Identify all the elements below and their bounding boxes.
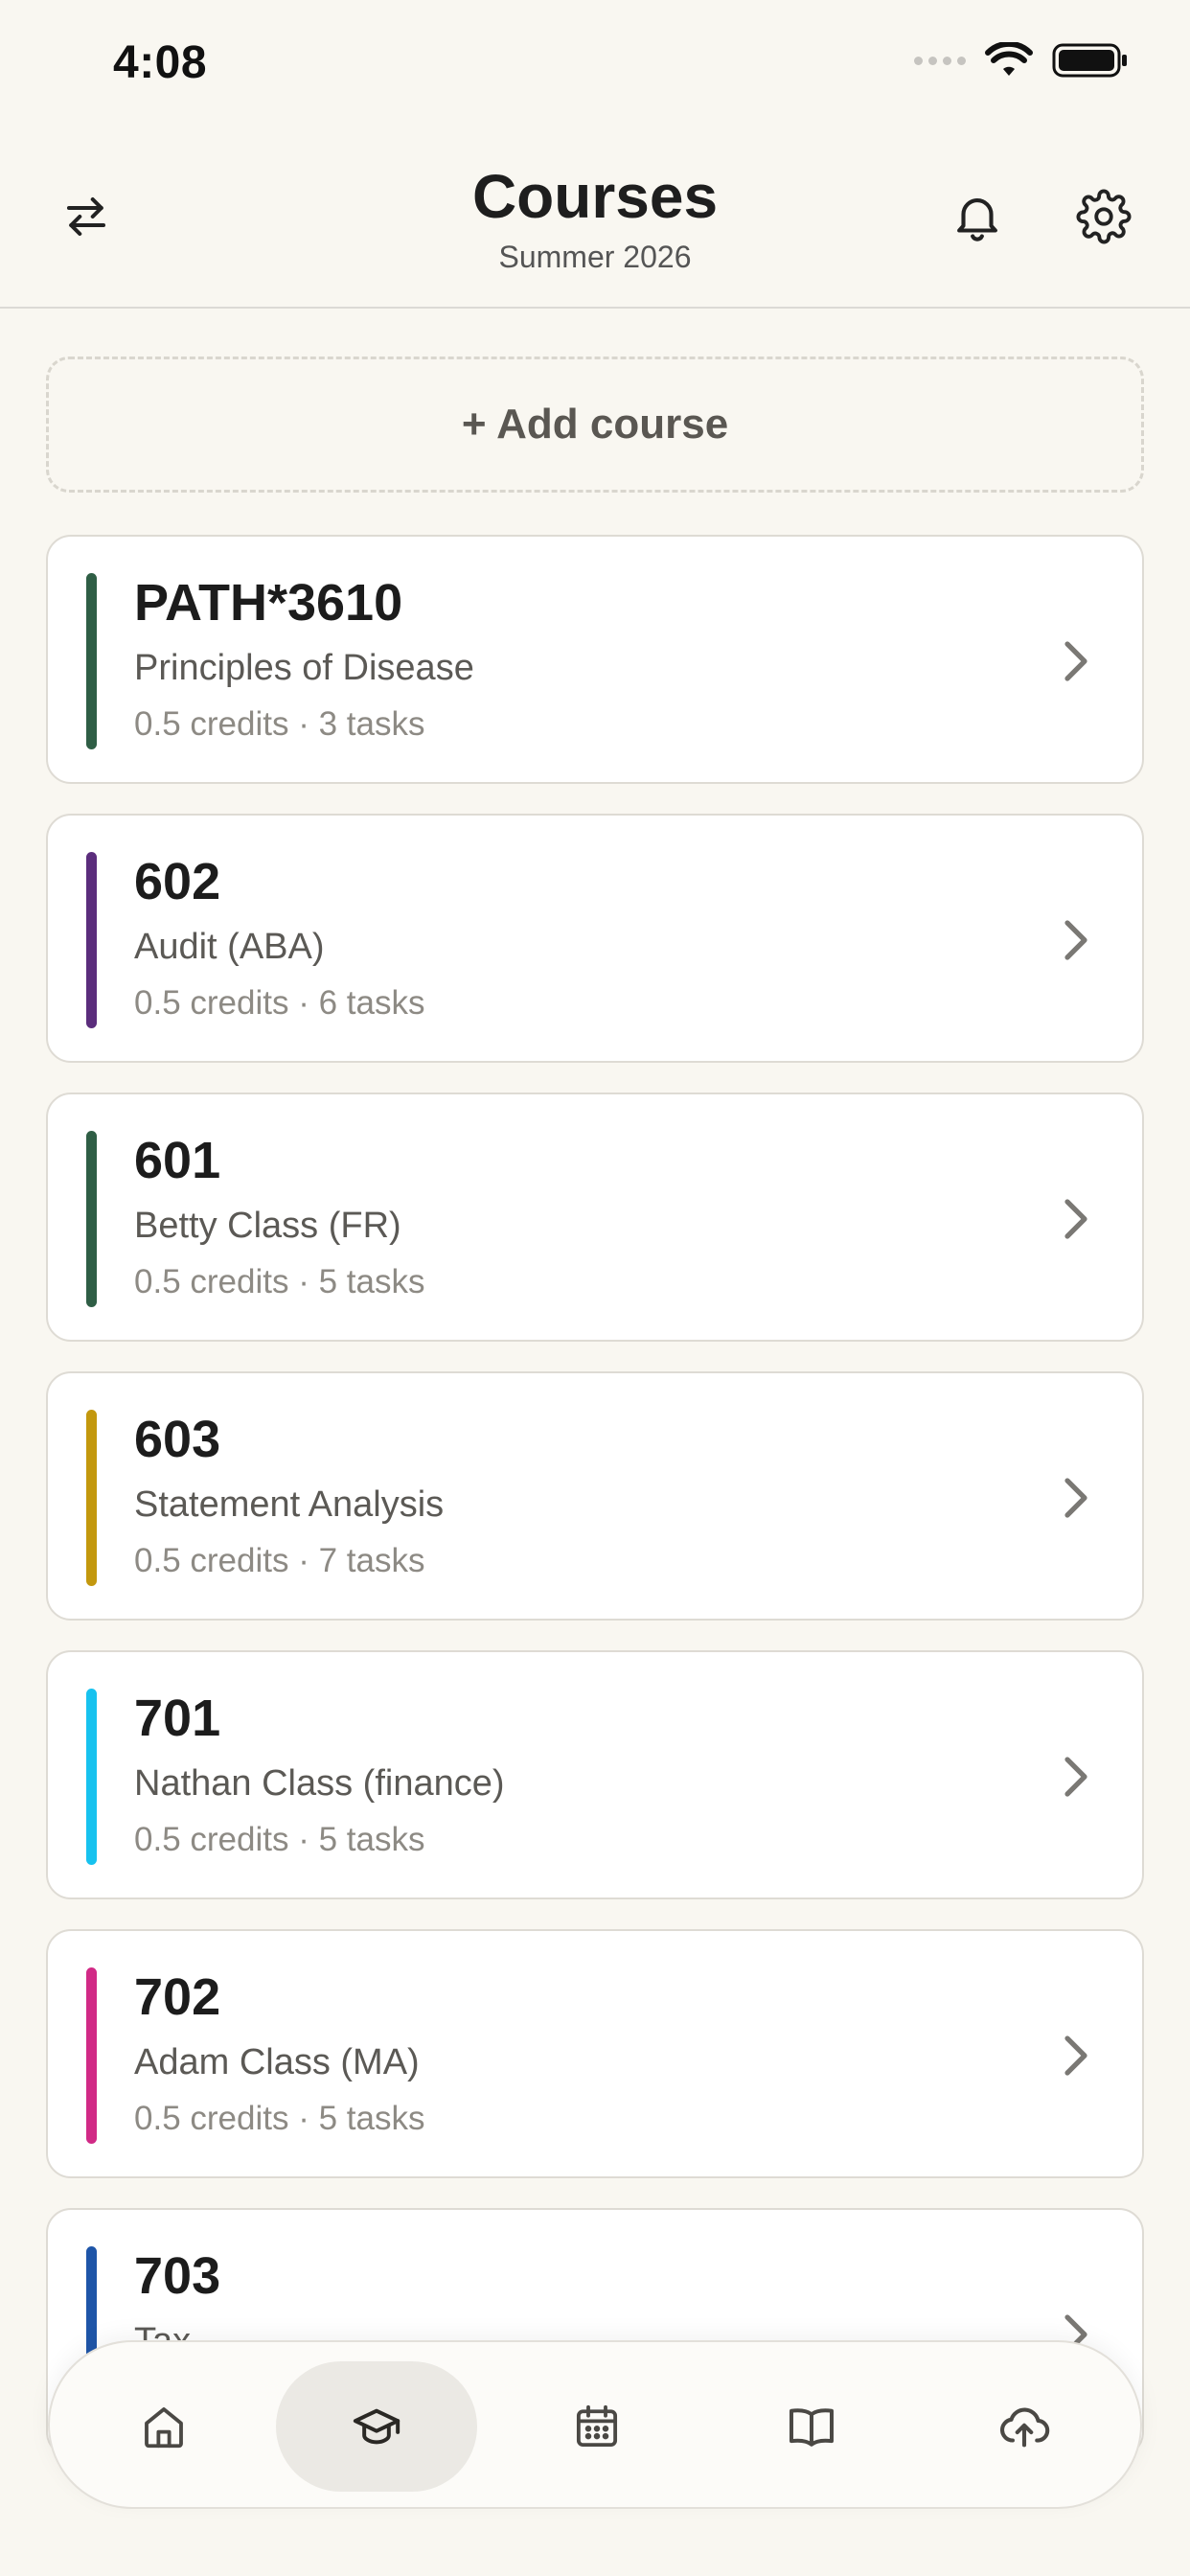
course-color-bar [86, 852, 97, 1028]
course-code: PATH*3610 [134, 574, 403, 632]
calendar-icon [576, 2404, 618, 2448]
status-bar: 4:08 [0, 0, 1190, 125]
course-color-bar [86, 573, 97, 749]
course-name: Adam Class (MA) [134, 2042, 420, 2082]
notifications-button[interactable] [939, 178, 1016, 255]
chevron-right-icon [1064, 2036, 1087, 2076]
course-code: 602 [134, 853, 221, 910]
tab-courses[interactable] [276, 2361, 477, 2492]
course-meta: 0.5 credits · 5 tasks [134, 1821, 425, 1858]
wifi-icon [985, 42, 1033, 76]
course-color-bar [86, 1131, 97, 1307]
course-card[interactable]: PATH*3610 Principles of Disease 0.5 cred… [46, 535, 1144, 784]
course-card[interactable]: 602 Audit (ABA) 0.5 credits · 6 tasks [46, 814, 1144, 1063]
add-course-button[interactable]: + Add course [46, 356, 1144, 493]
course-code: 701 [134, 1690, 221, 1747]
chevron-right-icon [1064, 1478, 1087, 1518]
status-icons [914, 42, 1129, 79]
course-name: Betty Class (FR) [134, 1206, 401, 1246]
course-color-bar [86, 1689, 97, 1865]
course-meta: 0.5 credits · 3 tasks [134, 705, 425, 743]
course-name: Nathan Class (finance) [134, 1763, 505, 1804]
course-card[interactable]: 601 Betty Class (FR) 0.5 credits · 5 tas… [46, 1092, 1144, 1342]
course-card[interactable]: 603 Statement Analysis 0.5 credits · 7 t… [46, 1371, 1144, 1621]
course-code: 601 [134, 1132, 221, 1189]
course-meta: 0.5 credits · 7 tasks [134, 1542, 425, 1579]
course-meta: 0.5 credits · 5 tasks [134, 1263, 425, 1300]
course-name: Audit (ABA) [134, 927, 325, 967]
course-meta: 0.5 credits · 6 tasks [134, 984, 425, 1022]
book-icon [790, 2408, 834, 2447]
course-color-bar [86, 1967, 97, 2144]
chevron-right-icon [1064, 920, 1087, 960]
cellular-signal-icon [914, 56, 966, 65]
course-list: PATH*3610 Principles of Disease 0.5 cred… [46, 535, 1144, 2487]
graduation-cap-icon [353, 2408, 400, 2445]
tab-sync[interactable] [924, 2361, 1125, 2492]
status-time: 4:08 [113, 37, 208, 88]
cloud-upload-icon [1000, 2407, 1050, 2448]
course-name: Statement Analysis [134, 1484, 445, 1525]
course-card[interactable]: 702 Adam Class (MA) 0.5 credits · 5 task… [46, 1929, 1144, 2178]
course-color-bar [86, 1410, 97, 1586]
bell-icon [957, 198, 997, 242]
battery-icon [1052, 43, 1127, 78]
home-icon [145, 2407, 183, 2449]
course-meta: 0.5 credits · 5 tasks [134, 2100, 425, 2137]
course-code: 703 [134, 2247, 221, 2305]
gear-icon [1076, 189, 1132, 244]
settings-button[interactable] [1065, 178, 1142, 255]
chevron-right-icon [1064, 641, 1087, 681]
tab-library[interactable] [711, 2361, 912, 2492]
tab-calendar[interactable] [496, 2361, 698, 2492]
course-name: Principles of Disease [134, 648, 474, 688]
page-header: Courses Summer 2026 [0, 125, 1190, 309]
courses-screen: 4:08 Courses Summer 2026 + Add course PA… [0, 0, 1190, 2576]
bottom-tab-bar [48, 2340, 1142, 2509]
chevron-right-icon [1064, 1199, 1087, 1239]
tab-home[interactable] [63, 2361, 264, 2492]
course-code: 702 [134, 1968, 221, 2026]
chevron-right-icon [1064, 1757, 1087, 1797]
course-card[interactable]: 701 Nathan Class (finance) 0.5 credits ·… [46, 1650, 1144, 1899]
course-code: 603 [134, 1411, 221, 1468]
